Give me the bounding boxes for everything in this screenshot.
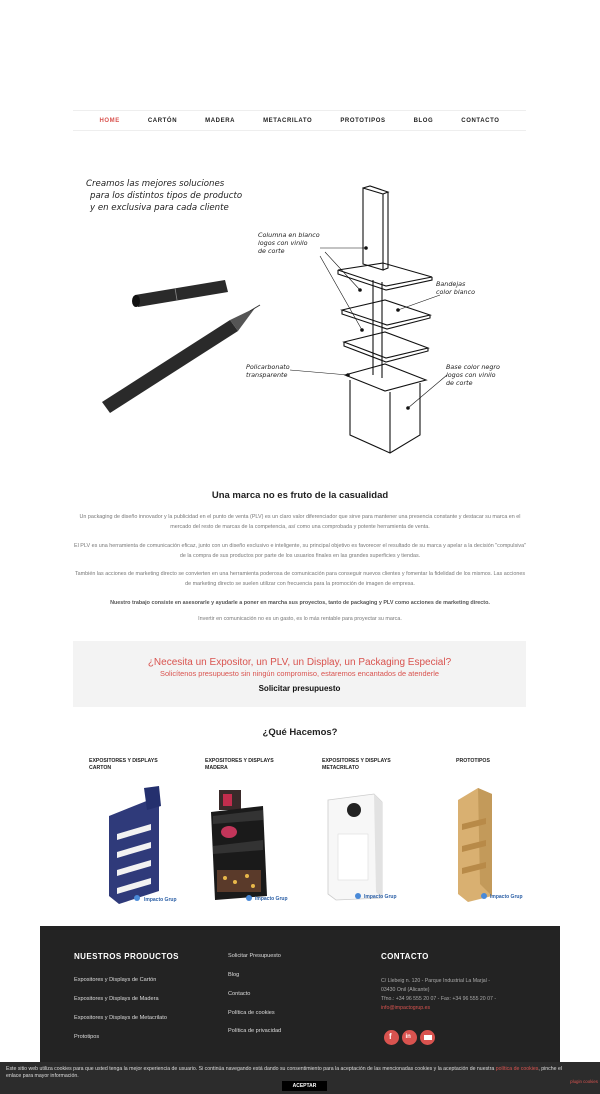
service-card-carton[interactable]: EXPOSITORES Y DISPLAYS CARTON Impacto Gr…	[89, 758, 189, 908]
cta-headline: ¿Necesita un Expositor, un PLV, un Displ…	[147, 657, 452, 668]
service-card-prototipos[interactable]: PROTOTIPOS Impacto Grup	[440, 758, 540, 908]
about-paragraph: También las acciones de marketing direct…	[74, 571, 526, 587]
footer-link[interactable]: Blog	[228, 972, 239, 978]
footer-link[interactable]: Prototipos	[74, 1034, 99, 1040]
footer-email[interactable]: info@impactogrup.es	[381, 1004, 496, 1013]
cookie-policy-link[interactable]: política de cookies	[496, 1066, 539, 1072]
services-title: ¿Qué Hacemos?	[262, 727, 338, 738]
nav-carton[interactable]: CARTÓN	[134, 118, 191, 124]
service-label: EXPOSITORES Y DISPLAYS METACRILATO	[322, 758, 391, 771]
email-icon[interactable]	[420, 1030, 435, 1045]
service-card-metacrilato[interactable]: EXPOSITORES Y DISPLAYS METACRILATO Impac…	[322, 758, 422, 908]
about-paragraph: Un packaging de diseño innovador y la pu…	[79, 514, 521, 530]
footer-address: C/ Llebeig n. 120 - Parque Industrial La…	[381, 978, 497, 1013]
footer-products-heading: NUESTROS PRODUCTOS	[74, 952, 179, 961]
service-label: EXPOSITORES Y DISPLAYS CARTON	[89, 758, 158, 771]
nav-madera[interactable]: MADERA	[191, 118, 249, 124]
main-nav: HOME CARTÓN MADERA METACRILATO PROTOTIPO…	[73, 110, 526, 131]
footer-link[interactable]: Política de cookies	[228, 1010, 275, 1016]
about-title: Una marca no es fruto de la casualidad	[211, 490, 389, 501]
request-quote-link[interactable]: Solicitar presupuesto	[73, 684, 526, 693]
wood-display-image: Impacto Grup	[211, 790, 288, 902]
accept-cookies-button[interactable]: ACEPTAR	[282, 1081, 327, 1091]
footer-link[interactable]: Contacto	[228, 991, 250, 997]
cookie-message: Este sitio web utiliza cookies para que …	[6, 1066, 563, 1079]
nav-blog[interactable]: BLOG	[400, 118, 448, 124]
carton-display-image: Impacto Grup	[109, 786, 177, 904]
footer-link[interactable]: Expositores y Displays de Madera	[74, 996, 159, 1002]
footer-link[interactable]: Política de privacidad	[228, 1028, 281, 1034]
footer-link[interactable]: Expositores y Displays de Metacrilato	[74, 1015, 167, 1021]
cookie-plugin-link[interactable]: plugin cookies	[570, 1079, 598, 1084]
impacto-logo: Impacto Grup	[255, 896, 288, 902]
nav-home[interactable]: HOME	[85, 118, 133, 124]
cookie-banner: Este sitio web utiliza cookies para que …	[0, 1062, 600, 1094]
hero-illustration: Creamos las mejores soluciones para los …	[80, 170, 520, 460]
service-label: PROTOTIPOS	[456, 758, 490, 764]
pen-illustration	[102, 280, 261, 413]
nav-prototipos[interactable]: PROTOTIPOS	[326, 118, 399, 124]
service-label: EXPOSITORES Y DISPLAYS MADERA	[205, 758, 274, 771]
footer-link[interactable]: Solicitar Presupuesto	[228, 953, 281, 959]
about-paragraph-highlight: Nuestro trabajo consiste en asesorarle y…	[110, 600, 490, 606]
linkedin-icon[interactable]: in	[402, 1030, 417, 1045]
annotation-bandejas: Bandejas color blanco	[436, 280, 475, 296]
annotation-columna: Columna en blanco logos con vinilo de co…	[258, 231, 320, 255]
facebook-icon[interactable]: f	[384, 1030, 399, 1045]
site-footer: NUESTROS PRODUCTOS Expositores y Display…	[40, 926, 560, 1062]
about-paragraph: El PLV es una herramienta de comunicació…	[74, 543, 526, 559]
footer-contact-heading: CONTACTO	[381, 952, 429, 961]
acrylic-display-image: Impacto Grup	[327, 793, 397, 901]
display-sketch	[102, 185, 448, 454]
quote-cta: ¿Necesita un Expositor, un PLV, un Displ…	[73, 641, 526, 707]
impacto-logo: Impacto Grup	[364, 894, 397, 900]
services-grid: EXPOSITORES Y DISPLAYS CARTON Impacto Gr…	[74, 758, 534, 908]
service-card-madera[interactable]: EXPOSITORES Y DISPLAYS MADERA Impacto Gr…	[205, 758, 305, 908]
column-sketch	[337, 185, 433, 454]
impacto-logo: Impacto Grup	[144, 897, 177, 903]
annotation-base: Base color negro logos con vinilo de cor…	[446, 363, 500, 387]
cta-subline: Solicítenos presupuesto sin ningún compr…	[160, 669, 439, 678]
nav-metacrilato[interactable]: METACRILATO	[249, 118, 326, 124]
about-paragraph: Invertir en comunicación no es un gasto,…	[198, 616, 402, 622]
impacto-logo: Impacto Grup	[490, 894, 523, 900]
footer-link[interactable]: Expositores y Displays de Cartón	[74, 977, 156, 983]
prototype-display-image: Impacto Grup	[458, 788, 523, 902]
annotation-policarbonato: Policarbonato transparente	[246, 363, 290, 379]
nav-contacto[interactable]: CONTACTO	[447, 118, 513, 124]
